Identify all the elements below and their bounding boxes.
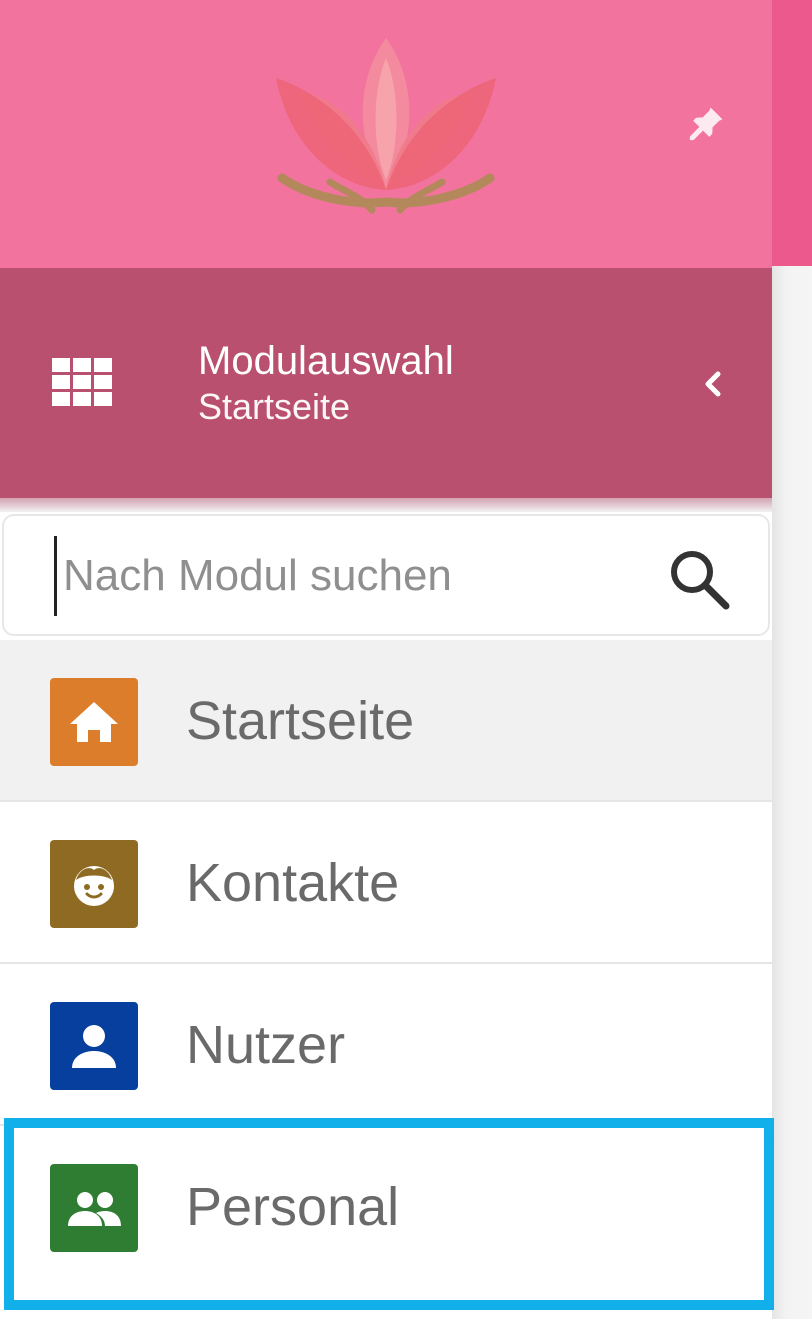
user-icon xyxy=(72,1025,116,1068)
module-label: Personal xyxy=(186,1177,400,1237)
module-selector-title: Modulauswahl xyxy=(198,339,454,383)
people-icon xyxy=(68,1192,121,1226)
lotus-logo-icon xyxy=(276,38,496,214)
grid-icon xyxy=(52,358,112,406)
sidebar-logo-area xyxy=(0,0,772,268)
module-header-divider xyxy=(0,498,772,512)
module-label: Nutzer xyxy=(186,1015,346,1075)
chevron-left-icon[interactable] xyxy=(696,364,732,404)
module-search-input[interactable] xyxy=(54,536,634,616)
module-tile-nutzer xyxy=(50,1002,138,1090)
main-header-strip xyxy=(772,0,812,266)
module-selector-subtitle: Startseite xyxy=(198,386,351,427)
module-tile-personal xyxy=(50,1164,138,1252)
sidebar: Modulauswahl Startseite Startseite xyxy=(0,0,774,1319)
pin-icon[interactable] xyxy=(684,102,728,146)
module-tile-kontakte xyxy=(50,840,138,928)
module-item-startseite[interactable]: Startseite xyxy=(0,640,772,802)
module-item-nutzer[interactable]: Nutzer xyxy=(0,964,772,1126)
module-search-box xyxy=(2,514,770,636)
module-label: Kontakte xyxy=(186,853,400,913)
search-icon[interactable] xyxy=(666,546,732,612)
module-list: Startseite Kontakte Nutzer Personal xyxy=(0,640,772,1288)
module-item-personal[interactable]: Personal xyxy=(0,1126,772,1288)
app-page: Modulauswahl Startseite Startseite xyxy=(0,0,812,1319)
main-content-area xyxy=(772,266,812,1319)
module-selector-header[interactable]: Modulauswahl Startseite xyxy=(0,268,772,500)
module-label: Startseite xyxy=(186,691,415,751)
module-item-kontakte[interactable]: Kontakte xyxy=(0,802,772,964)
module-tile-startseite xyxy=(50,678,138,766)
contact-face-icon xyxy=(74,866,114,906)
home-icon xyxy=(70,702,118,742)
